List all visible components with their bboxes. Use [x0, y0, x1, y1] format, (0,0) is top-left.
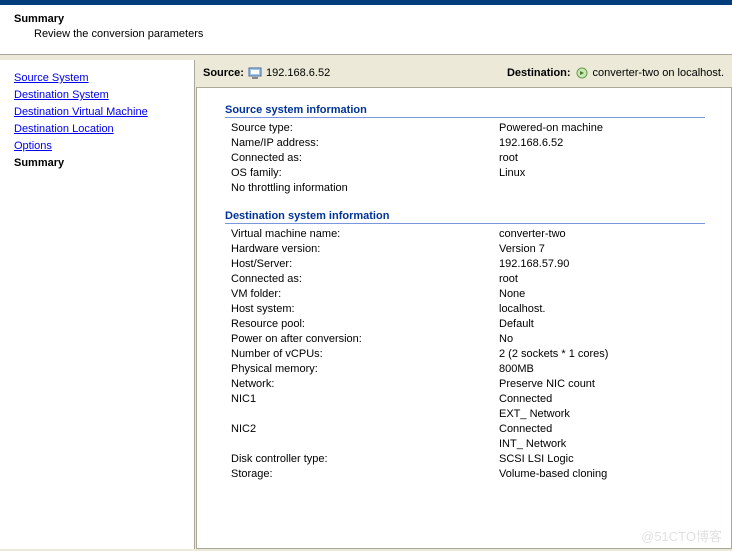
info-label: Virtual machine name: — [231, 227, 499, 242]
nav-source-system[interactable]: Source System — [14, 70, 194, 86]
info-label: NIC2 — [231, 422, 499, 437]
info-row: EXT_ Network — [225, 407, 723, 422]
info-label: No throttling information — [231, 181, 499, 196]
info-row: Connected as:root — [225, 272, 723, 287]
info-row: Network:Preserve NIC count — [225, 377, 723, 392]
info-value: EXT_ Network — [499, 407, 723, 422]
nav-destination-vm[interactable]: Destination Virtual Machine — [14, 104, 194, 120]
source-value: 192.168.6.52 — [266, 67, 330, 79]
info-value: No — [499, 332, 723, 347]
info-row: Storage:Volume-based cloning — [225, 467, 723, 482]
info-value: Version 7 — [499, 242, 723, 257]
info-value: Default — [499, 317, 723, 332]
info-row: Connected as:root — [225, 151, 723, 166]
info-row: Resource pool:Default — [225, 317, 723, 332]
info-label: Hardware version: — [231, 242, 499, 257]
nav-destination-system[interactable]: Destination System — [14, 87, 194, 103]
converter-icon — [575, 66, 589, 80]
info-value: SCSI LSI Logic — [499, 452, 723, 467]
info-value: localhost. — [499, 302, 723, 317]
info-label: OS family: — [231, 166, 499, 181]
info-row: Power on after conversion:No — [225, 332, 723, 347]
nav-summary-current: Summary — [14, 155, 194, 171]
info-label: Source type: — [231, 121, 499, 136]
info-label: Number of vCPUs: — [231, 347, 499, 362]
info-value: root — [499, 151, 723, 166]
info-value: 2 (2 sockets * 1 cores) — [499, 347, 723, 362]
wizard-header: Summary Review the conversion parameters — [0, 5, 732, 55]
info-row: NIC2Connected — [225, 422, 723, 437]
info-label: Storage: — [231, 467, 499, 482]
info-row: Hardware version:Version 7 — [225, 242, 723, 257]
info-label: Disk controller type: — [231, 452, 499, 467]
info-row: Host system:localhost. — [225, 302, 723, 317]
destination-label: Destination: — [507, 67, 571, 79]
info-row: Source type:Powered-on machine — [225, 121, 723, 136]
info-value: root — [499, 272, 723, 287]
info-row: Disk controller type:SCSI LSI Logic — [225, 452, 723, 467]
source-destination-bar: Source: 192.168.6.52 Destination: conver… — [195, 60, 732, 86]
info-row: INT_ Network — [225, 437, 723, 452]
info-value: Powered-on machine — [499, 121, 723, 136]
nav-options[interactable]: Options — [14, 138, 194, 154]
info-value: 192.168.6.52 — [499, 136, 723, 151]
body-layout: Source System Destination System Destina… — [0, 55, 732, 549]
info-value: Preserve NIC count — [499, 377, 723, 392]
source-section: Source: 192.168.6.52 — [203, 66, 330, 80]
info-row: No throttling information — [225, 181, 723, 196]
info-label: Name/IP address: — [231, 136, 499, 151]
info-row: Number of vCPUs:2 (2 sockets * 1 cores) — [225, 347, 723, 362]
info-value: converter-two — [499, 227, 723, 242]
info-label: Physical memory: — [231, 362, 499, 377]
info-label: Host/Server: — [231, 257, 499, 272]
details-panel[interactable]: Source system information Source type:Po… — [196, 87, 732, 549]
info-row: Virtual machine name:converter-two — [225, 227, 723, 242]
destination-value: converter-two on localhost. — [593, 67, 724, 79]
info-value: Connected — [499, 422, 723, 437]
destination-section: Destination: converter-two on localhost. — [507, 66, 724, 80]
page-title: Summary — [14, 13, 718, 25]
info-value — [499, 181, 723, 196]
info-value: Connected — [499, 392, 723, 407]
info-label: NIC1 — [231, 392, 499, 407]
info-value: 800MB — [499, 362, 723, 377]
nav-destination-location[interactable]: Destination Location — [14, 121, 194, 137]
info-label: Network: — [231, 377, 499, 392]
info-label: Resource pool: — [231, 317, 499, 332]
info-value: Volume-based cloning — [499, 467, 723, 482]
info-value: None — [499, 287, 723, 302]
info-value: 192.168.57.90 — [499, 257, 723, 272]
info-label: Connected as: — [231, 151, 499, 166]
page-subtitle: Review the conversion parameters — [34, 28, 718, 40]
computer-icon — [248, 66, 262, 80]
info-value: INT_ Network — [499, 437, 723, 452]
info-row: Name/IP address:192.168.6.52 — [225, 136, 723, 151]
info-row: OS family:Linux — [225, 166, 723, 181]
section-heading-source: Source system information — [225, 104, 705, 118]
info-row: NIC1Connected — [225, 392, 723, 407]
info-row: Physical memory:800MB — [225, 362, 723, 377]
info-value: Linux — [499, 166, 723, 181]
info-label: VM folder: — [231, 287, 499, 302]
content-area: Source: 192.168.6.52 Destination: conver… — [195, 60, 732, 549]
info-label: Host system: — [231, 302, 499, 317]
info-label: Connected as: — [231, 272, 499, 287]
info-label — [231, 407, 499, 422]
info-label: Power on after conversion: — [231, 332, 499, 347]
info-row: Host/Server:192.168.57.90 — [225, 257, 723, 272]
nav-sidebar: Source System Destination System Destina… — [0, 60, 195, 549]
info-row: VM folder:None — [225, 287, 723, 302]
source-label: Source: — [203, 67, 244, 79]
info-label — [231, 437, 499, 452]
section-heading-destination: Destination system information — [225, 210, 705, 224]
